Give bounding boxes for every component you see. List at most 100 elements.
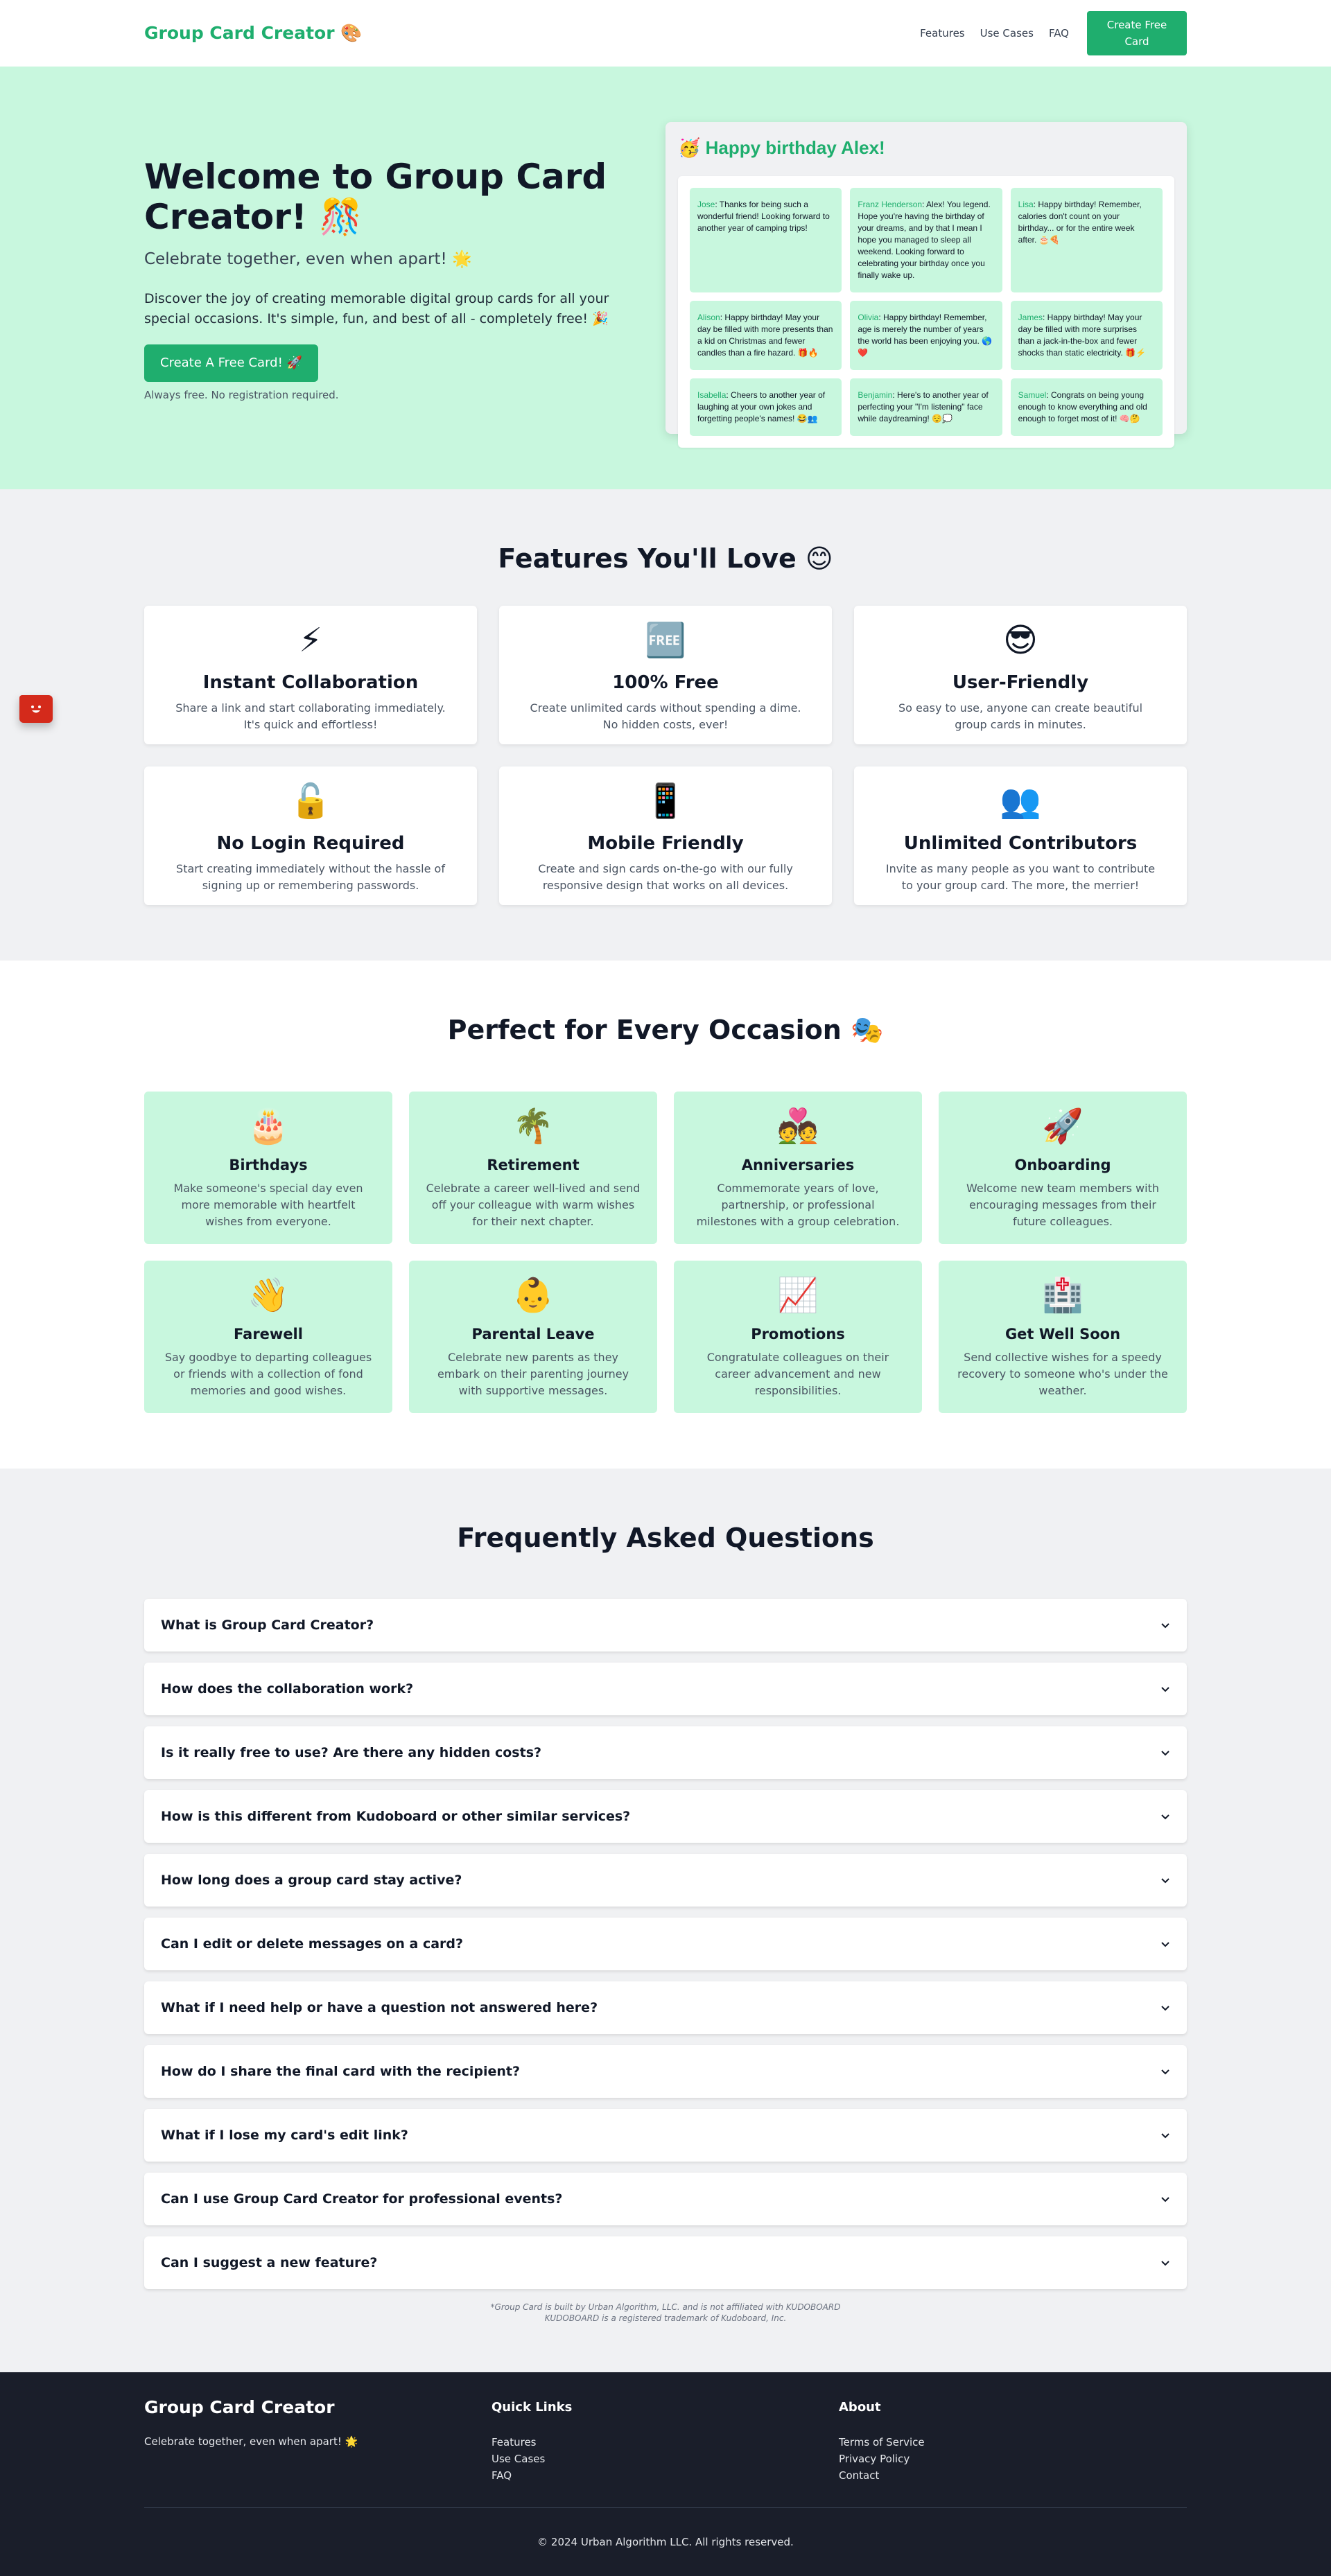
create-card-hero-button[interactable]: Create A Free Card! 🚀 — [144, 344, 318, 382]
occasion-description: Say goodbye to departing colleagues or f… — [164, 1351, 372, 1397]
preview-message: Olivia: Happy birthday! Remember, age is… — [850, 301, 1002, 370]
faq-question: What is Group Card Creator? — [161, 1618, 374, 1633]
faq-title: Frequently Asked Questions — [457, 1523, 874, 1553]
faq-question: Can I suggest a new feature? — [161, 2255, 378, 2270]
mobile-phone-icon: 📱 — [645, 782, 686, 821]
feature-card: 👥 Unlimited Contributors Invite as many pe… — [854, 766, 1187, 905]
faq-item[interactable]: Is it really free to use? Are there any … — [144, 1726, 1187, 1779]
footer-brand: Group Card Creator — [144, 2397, 335, 2417]
footer-link-contact[interactable]: Contact — [839, 2467, 1186, 2484]
people-icon: 👥 — [1000, 782, 1041, 821]
occasion-card: 📈 Promotions Congratulate colleagues on th… — [674, 1261, 922, 1413]
faq-item[interactable]: Can I use Group Card Creator for profess… — [144, 2173, 1187, 2225]
disclaimer: *Group Card is built by Urban Algorithm,… — [144, 2302, 1187, 2324]
faq-question: How is this different from Kudoboard or … — [161, 1809, 631, 1824]
footer-quick-links-column: Quick Links Features Use Cases FAQ — [491, 2397, 839, 2484]
feature-title: Unlimited Contributors — [903, 833, 1138, 854]
quick-links-heading: Quick Links — [491, 2400, 573, 2415]
chevron-down-icon — [1161, 2133, 1169, 2139]
faq-item[interactable]: How do I share the final card with the r… — [144, 2045, 1187, 2098]
footer-link-faq[interactable]: FAQ — [491, 2467, 839, 2484]
feature-title: No Login Required — [216, 833, 405, 854]
nav-features[interactable]: Features — [920, 27, 965, 40]
footer-tagline: Celebrate together, even when apart! 🌟 — [144, 2435, 358, 2448]
faq-question: Can I use Group Card Creator for profess… — [161, 2191, 563, 2207]
preview-message: Benjamin: Here's to another year of perf… — [850, 378, 1002, 436]
faq-item[interactable]: Can I edit or delete messages on a card? — [144, 1918, 1187, 1970]
faq-item[interactable]: How is this different from Kudoboard or … — [144, 1790, 1187, 1843]
nav-faq[interactable]: FAQ — [1049, 27, 1069, 40]
chevron-down-icon — [1161, 1942, 1169, 1947]
chevron-down-icon — [1161, 2069, 1169, 2075]
occasion-title: Onboarding — [1014, 1157, 1111, 1173]
feature-description: Create unlimited cards without spending … — [530, 701, 801, 731]
faq-item[interactable]: How long does a group card stay active? — [144, 1854, 1187, 1907]
message-author: Alison — [697, 313, 720, 322]
message-text: : Alex! You legend. Hope you're having t… — [858, 200, 991, 280]
site-footer: Group Card Creator Celebrate together, e… — [0, 2372, 1331, 2576]
faq-item[interactable]: What is Group Card Creator? — [144, 1599, 1187, 1651]
chevron-down-icon — [1161, 2261, 1169, 2266]
message-author: Benjamin — [858, 390, 893, 400]
birthday-cake-icon: 🎂 — [247, 1107, 289, 1146]
nav-use-cases[interactable]: Use Cases — [980, 27, 1034, 40]
about-heading: About — [839, 2400, 881, 2415]
feature-card: ⚡ Instant Collaboration Share a link and s… — [144, 606, 477, 744]
site-header: Group Card Creator 🎨 Features Use Cases … — [0, 0, 1331, 67]
occasion-card: 👋 Farewell Say goodbye to departing collea… — [144, 1261, 392, 1413]
baby-icon: 👶 — [512, 1276, 554, 1315]
chevron-down-icon — [1161, 2006, 1169, 2011]
disclaimer-line-2: KUDOBOARD is a registered trademark of K… — [544, 2313, 787, 2323]
preview-message: Franz Henderson: Alex! You legend. Hope … — [850, 188, 1002, 292]
sunglasses-face-icon: 😎 — [1002, 621, 1038, 660]
feature-card: 📱 Mobile Friendly Create and sign cards on… — [499, 766, 832, 905]
occasion-grid: 🎂 Birthdays Make someone's special day eve… — [144, 1092, 1187, 1413]
chevron-down-icon — [1161, 1687, 1169, 1692]
occasion-description: Welcome new team members with encouragin… — [966, 1182, 1159, 1228]
hero-description: Discover the joy of creating memorable d… — [144, 291, 609, 326]
main-nav: Features Use Cases FAQ Create Free Card — [920, 11, 1187, 55]
occasion-card: 🏥 Get Well Soon Send collective wishes for… — [939, 1261, 1187, 1413]
hero-section: Welcome to Group Card Creator! 🎊 Celebra… — [0, 67, 1331, 489]
free-badge-icon: 🆓 — [645, 621, 686, 660]
footer-link-use-cases[interactable]: Use Cases — [491, 2451, 839, 2467]
faq-item[interactable]: How does the collaboration work? — [144, 1663, 1187, 1715]
occasions-section: Perfect for Every Occasion 🎭 🎂 Birthdays M… — [0, 961, 1331, 1469]
faq-item[interactable]: What if I lose my card's edit link? — [144, 2109, 1187, 2162]
faq-item[interactable]: What if I need help or have a question n… — [144, 1981, 1187, 2034]
faq-question: What if I need help or have a question n… — [161, 2000, 598, 2015]
occasion-card: 🎂 Birthdays Make someone's special day eve… — [144, 1092, 392, 1244]
hero-title: Welcome to Group Card Creator! 🎊 — [144, 157, 607, 237]
hero-note: Always free. No registration required. — [144, 389, 339, 401]
feature-description: Share a link and start collaborating imm… — [175, 701, 446, 731]
faq-item[interactable]: Can I suggest a new feature? — [144, 2236, 1187, 2289]
occasion-title: Get Well Soon — [1004, 1326, 1121, 1342]
faq-question: Can I edit or delete messages on a card? — [161, 1936, 464, 1952]
footer-link-features[interactable]: Features — [491, 2434, 839, 2451]
message-text: : Happy birthday! Remember, calories don… — [1018, 200, 1142, 245]
occasions-title: Perfect for Every Occasion 🎭 — [447, 1015, 884, 1045]
palm-tree-icon: 🌴 — [512, 1107, 554, 1146]
waving-hand-icon: 👋 — [247, 1276, 289, 1315]
faq-section: Frequently Asked Questions What is Group… — [0, 1469, 1331, 2372]
footer-link-privacy[interactable]: Privacy Policy — [839, 2451, 1186, 2467]
disclaimer-line-1: *Group Card is built by Urban Algorithm,… — [490, 2302, 841, 2312]
smiley-chat-icon — [31, 706, 41, 713]
occasion-card: 👶 Parental Leave Celebrate new parents as … — [409, 1261, 657, 1413]
footer-brand-column: Group Card Creator Celebrate together, e… — [144, 2397, 491, 2484]
feature-title: Instant Collaboration — [202, 672, 419, 693]
footer-link-terms[interactable]: Terms of Service — [839, 2434, 1186, 2451]
message-author: Jose — [697, 200, 715, 209]
message-author: Isabella — [697, 390, 727, 400]
create-free-card-button[interactable]: Create Free Card — [1087, 11, 1187, 55]
chat-widget-button[interactable] — [19, 695, 53, 723]
footer-divider — [144, 2507, 1187, 2508]
occasion-title: Farewell — [234, 1326, 303, 1342]
feature-description: Create and sign cards on-the-go with our… — [538, 862, 793, 892]
preview-message: James: Happy birthday! May your day be f… — [1010, 301, 1163, 370]
preview-message: Jose: Thanks for being such a wonderful … — [690, 188, 842, 292]
faq-question: How does the collaboration work? — [161, 1681, 414, 1697]
occasion-card: 💑 Anniversaries Commemorate years of love,… — [674, 1092, 922, 1244]
logo-link[interactable]: Group Card Creator 🎨 — [144, 23, 362, 44]
faq-list: What is Group Card Creator? How does the … — [144, 1599, 1187, 2289]
